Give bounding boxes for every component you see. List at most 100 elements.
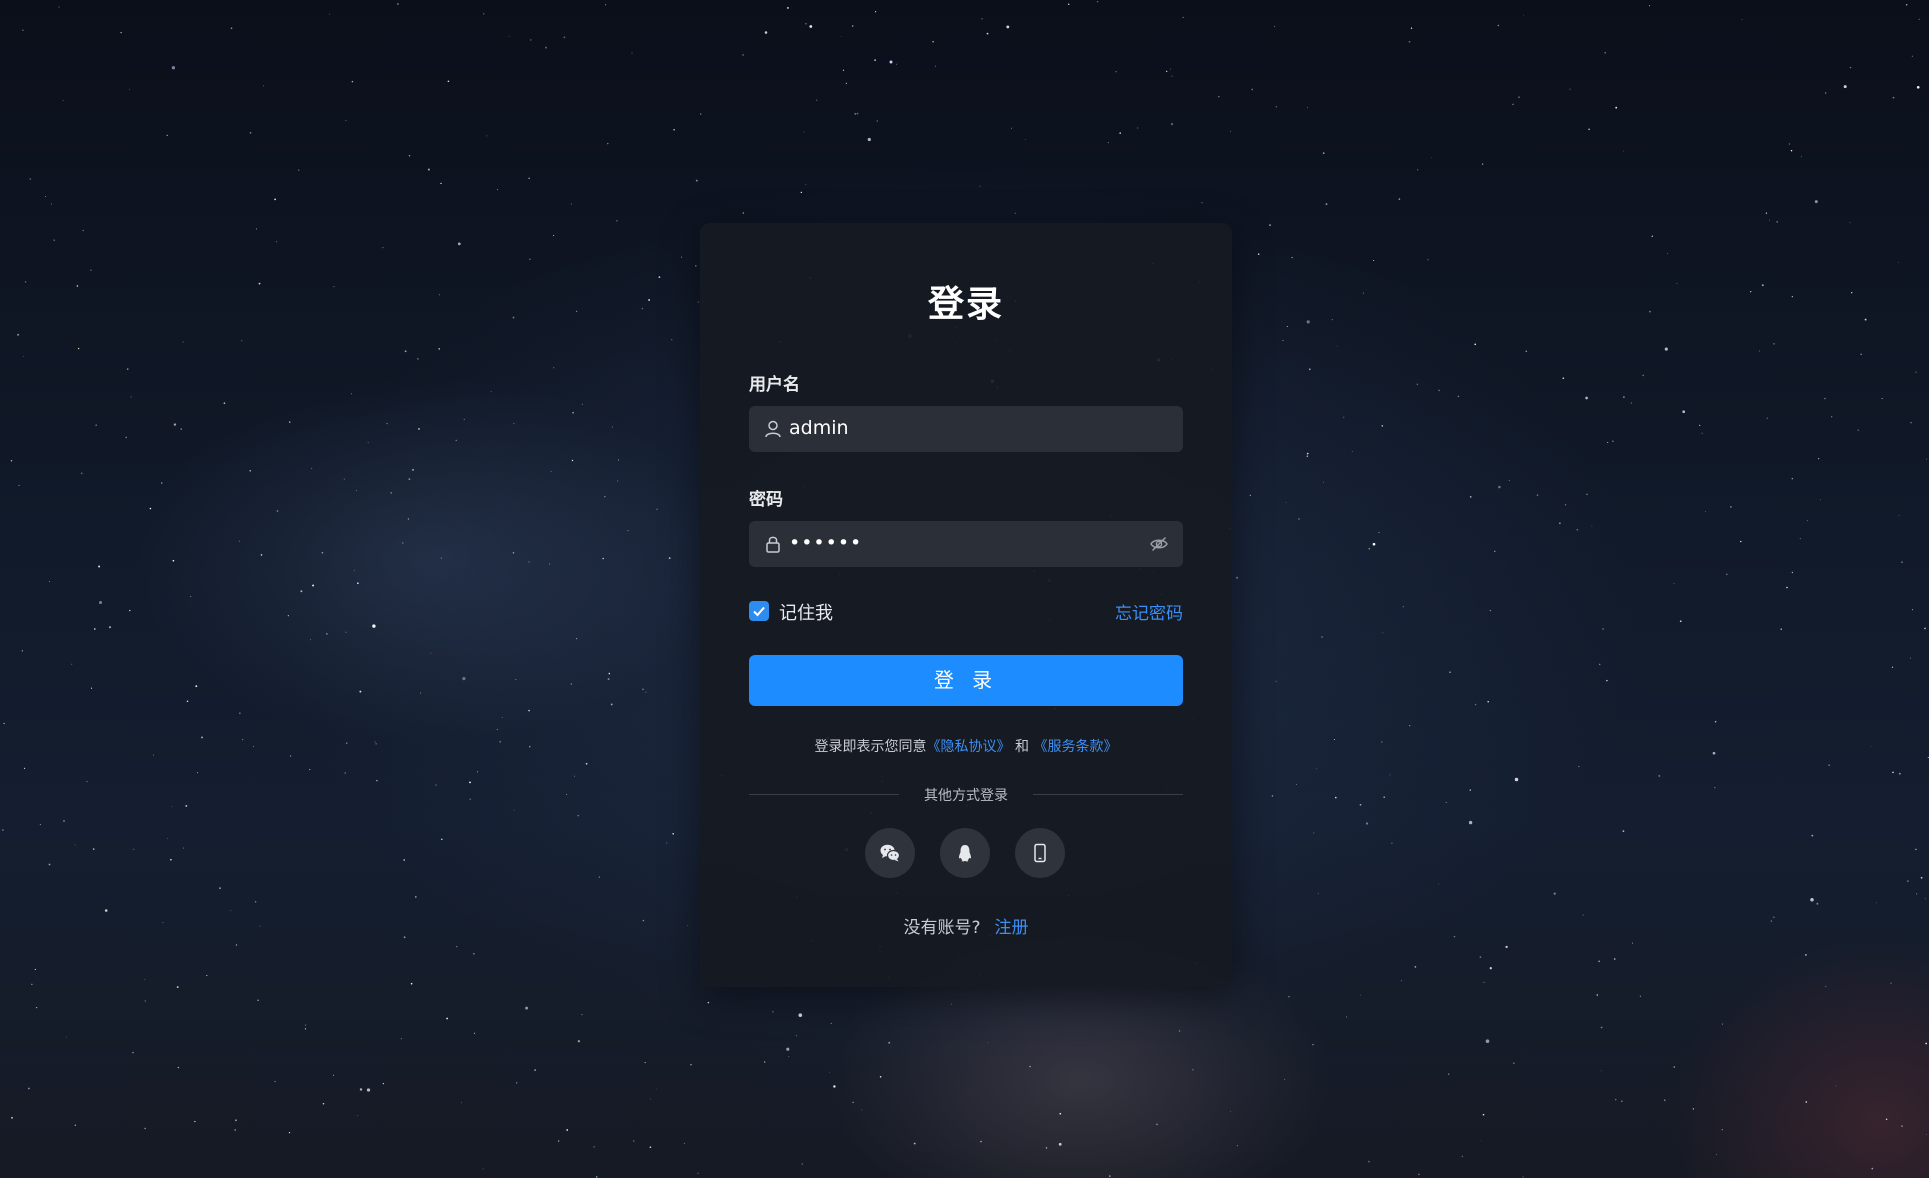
username-field[interactable]: admin (749, 406, 1183, 452)
star (463, 418, 465, 420)
star (1286, 326, 1288, 327)
star (1431, 157, 1433, 159)
login-button[interactable]: 登 录 (749, 655, 1183, 706)
star (1312, 1043, 1314, 1046)
qq-login-button[interactable] (940, 828, 990, 878)
star (545, 46, 547, 49)
star (82, 229, 84, 232)
star (182, 341, 184, 343)
star (1096, 0, 1099, 3)
star (351, 80, 354, 83)
star (851, 25, 854, 27)
star (1825, 92, 1827, 94)
star (571, 459, 574, 462)
star (1508, 479, 1510, 482)
star (403, 859, 406, 861)
star (1750, 290, 1752, 293)
star (457, 242, 461, 246)
star (861, 1109, 863, 1111)
star (235, 944, 238, 946)
star (1285, 502, 1287, 504)
star (1918, 18, 1920, 20)
star (576, 310, 578, 312)
star (1569, 88, 1571, 90)
star (529, 746, 531, 748)
star (1585, 396, 1588, 400)
remember-label[interactable]: 记住我 (779, 599, 833, 625)
star (1676, 282, 1678, 285)
star (842, 69, 845, 71)
star (1518, 96, 1520, 98)
star (1291, 257, 1293, 259)
forgot-password-link[interactable]: 忘记密码 (1115, 599, 1183, 624)
star (326, 633, 328, 635)
star (1907, 880, 1909, 882)
star (557, 1140, 560, 1142)
star (1109, 1175, 1111, 1177)
star (259, 925, 261, 927)
star (410, 982, 413, 985)
star (896, 63, 898, 65)
star (515, 1082, 518, 1084)
star (1870, 746, 1872, 748)
star (1799, 538, 1801, 540)
terms-link[interactable]: 《服务条款》 (1033, 739, 1117, 755)
register-link[interactable]: 注册 (995, 918, 1029, 938)
wechat-login-button[interactable] (865, 828, 915, 878)
password-input[interactable]: •••••• (789, 532, 862, 554)
star (1269, 224, 1271, 226)
star (1408, 40, 1411, 43)
star (572, 411, 574, 414)
star (1251, 88, 1254, 91)
username-input[interactable]: admin (789, 417, 849, 439)
star (1306, 455, 1309, 457)
star (1649, 5, 1651, 7)
star (805, 22, 807, 25)
star (1137, 127, 1139, 129)
star (1791, 296, 1793, 298)
star (94, 628, 96, 630)
star (86, 780, 88, 783)
star (1666, 252, 1668, 255)
star (889, 60, 893, 64)
star (144, 978, 146, 980)
star (1482, 1113, 1485, 1116)
star (913, 1142, 916, 1145)
star (239, 712, 241, 714)
star (683, 1142, 685, 1144)
star (854, 113, 857, 115)
star (1721, 1129, 1723, 1131)
star (1632, 942, 1633, 944)
mobile-icon (1034, 843, 1046, 863)
star (552, 234, 555, 237)
star (74, 1124, 76, 1126)
star (981, 18, 983, 20)
star (1773, 343, 1775, 345)
star (874, 59, 876, 61)
star (1230, 1111, 1232, 1112)
star (1714, 787, 1716, 789)
star (1825, 985, 1827, 987)
star (80, 472, 83, 475)
star (1171, 75, 1173, 77)
password-field[interactable]: •••••• (749, 521, 1183, 567)
privacy-link[interactable]: 《隐私协议》 (927, 739, 1011, 755)
star (28, 1087, 30, 1090)
mobile-login-button[interactable] (1015, 828, 1065, 878)
remember-checkbox[interactable] (749, 601, 769, 621)
eye-off-icon[interactable] (1149, 534, 1169, 554)
star (1849, 222, 1851, 224)
star (1800, 155, 1802, 158)
star (513, 422, 515, 425)
star (120, 31, 122, 34)
star (359, 1088, 363, 1091)
star (1860, 353, 1862, 355)
star (438, 348, 441, 350)
star (58, 6, 60, 8)
star (254, 901, 257, 903)
star (430, 652, 432, 654)
star (408, 154, 411, 157)
star (172, 559, 175, 562)
star (1381, 425, 1384, 427)
star (412, 469, 414, 471)
